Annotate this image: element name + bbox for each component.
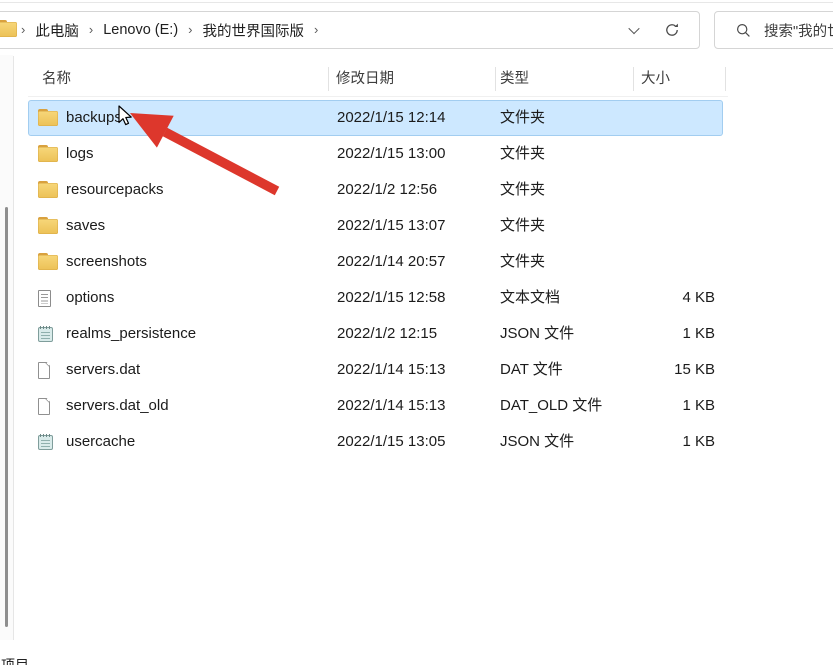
file-size: 1 KB xyxy=(560,424,715,460)
chevron-right-icon: › xyxy=(17,22,29,37)
file-icon xyxy=(38,220,58,234)
file-date: 2022/1/2 12:56 xyxy=(337,172,437,208)
nav-scrollbar-thumb[interactable] xyxy=(5,207,8,627)
column-headers: 名称 修改日期 类型 大小 xyxy=(0,62,833,96)
file-date: 2022/1/14 15:13 xyxy=(337,352,445,388)
file-name: screenshots xyxy=(66,244,147,280)
file-row[interactable]: logs 2022/1/15 13:00 文件夹 xyxy=(0,136,833,172)
file-size: 1 KB xyxy=(560,316,715,352)
file-row[interactable]: servers.dat_old 2022/1/14 15:13 DAT_OLD … xyxy=(0,388,833,424)
chevron-down-icon xyxy=(628,23,639,34)
file-name: realms_persistence xyxy=(66,316,196,352)
file-type: 文件夹 xyxy=(500,172,545,208)
search-icon xyxy=(736,23,751,38)
file-date: 2022/1/15 13:05 xyxy=(337,424,445,460)
file-name: usercache xyxy=(66,424,135,460)
column-header-size[interactable]: 大小 xyxy=(641,62,670,96)
file-name: options xyxy=(66,280,114,316)
column-header-type[interactable]: 类型 xyxy=(500,62,529,96)
file-date: 2022/1/14 20:57 xyxy=(337,244,445,280)
file-date: 2022/1/15 12:14 xyxy=(337,100,445,136)
file-row[interactable]: saves 2022/1/15 13:07 文件夹 xyxy=(0,208,833,244)
file-name: servers.dat xyxy=(66,352,140,388)
file-date: 2022/1/15 13:07 xyxy=(337,208,445,244)
file-type: 文本文档 xyxy=(500,280,560,316)
file-icon xyxy=(38,256,58,270)
refresh-button[interactable] xyxy=(657,15,687,45)
file-explorer-window: › 此电脑 › Lenovo (E:) › 我的世界国际版 › 搜索"我的世 名… xyxy=(0,0,833,665)
file-icon xyxy=(38,112,58,126)
file-size: 1 KB xyxy=(560,388,715,424)
search-placeholder: 搜索"我的世 xyxy=(764,20,833,41)
file-list: backups 2022/1/15 12:14 文件夹 logs 2022/1/… xyxy=(0,100,833,460)
chevron-right-icon[interactable]: › xyxy=(184,22,196,37)
file-size: 4 KB xyxy=(560,280,715,316)
search-box[interactable]: 搜索"我的世 xyxy=(714,11,833,49)
column-divider[interactable] xyxy=(633,67,634,91)
folder-icon xyxy=(0,23,17,37)
status-bar-items-count: 项目 xyxy=(1,655,29,665)
file-icon xyxy=(38,398,50,415)
file-type: 文件夹 xyxy=(500,100,545,136)
nav-pane-divider xyxy=(13,56,14,640)
address-bar[interactable]: › 此电脑 › Lenovo (E:) › 我的世界国际版 › xyxy=(0,11,700,49)
file-name: servers.dat_old xyxy=(66,388,169,424)
chevron-right-icon[interactable]: › xyxy=(85,22,97,37)
file-type: DAT 文件 xyxy=(500,352,563,388)
refresh-icon xyxy=(664,22,680,38)
file-type: 文件夹 xyxy=(500,244,545,280)
file-type: 文件夹 xyxy=(500,208,545,244)
file-type: 文件夹 xyxy=(500,136,545,172)
file-date: 2022/1/15 13:00 xyxy=(337,136,445,172)
chevron-right-icon[interactable]: › xyxy=(310,22,322,37)
window-top-divider xyxy=(0,2,833,3)
file-name: backups xyxy=(66,100,122,136)
header-underline xyxy=(28,96,728,97)
column-divider[interactable] xyxy=(725,67,726,91)
file-row[interactable]: resourcepacks 2022/1/2 12:56 文件夹 xyxy=(0,172,833,208)
file-name: logs xyxy=(66,136,94,172)
address-dropdown-button[interactable] xyxy=(619,15,649,45)
column-header-date[interactable]: 修改日期 xyxy=(336,62,394,96)
file-row[interactable]: realms_persistence 2022/1/2 12:15 JSON 文… xyxy=(0,316,833,352)
file-icon xyxy=(38,148,58,162)
file-icon xyxy=(38,290,51,307)
breadcrumb-drive[interactable]: Lenovo (E:) xyxy=(97,22,184,38)
file-name: saves xyxy=(66,208,105,244)
file-row[interactable]: servers.dat 2022/1/14 15:13 DAT 文件 15 KB xyxy=(0,352,833,388)
file-date: 2022/1/15 12:58 xyxy=(337,280,445,316)
file-row[interactable]: backups 2022/1/15 12:14 文件夹 xyxy=(0,100,833,136)
file-icon xyxy=(38,435,53,450)
breadcrumb-this-pc[interactable]: 此电脑 xyxy=(29,20,85,41)
file-row[interactable]: options 2022/1/15 12:58 文本文档 4 KB xyxy=(0,280,833,316)
file-date: 2022/1/14 15:13 xyxy=(337,388,445,424)
file-date: 2022/1/2 12:15 xyxy=(337,316,437,352)
column-divider[interactable] xyxy=(495,67,496,91)
file-name: resourcepacks xyxy=(66,172,164,208)
file-icon xyxy=(38,184,58,198)
column-header-name[interactable]: 名称 xyxy=(42,62,71,96)
file-row[interactable]: screenshots 2022/1/14 20:57 文件夹 xyxy=(0,244,833,280)
file-row[interactable]: usercache 2022/1/15 13:05 JSON 文件 1 KB xyxy=(0,424,833,460)
file-icon xyxy=(38,362,50,379)
file-size: 15 KB xyxy=(560,352,715,388)
file-icon xyxy=(38,327,53,342)
breadcrumb-current-folder[interactable]: 我的世界国际版 xyxy=(197,20,311,41)
column-divider[interactable] xyxy=(328,67,329,91)
